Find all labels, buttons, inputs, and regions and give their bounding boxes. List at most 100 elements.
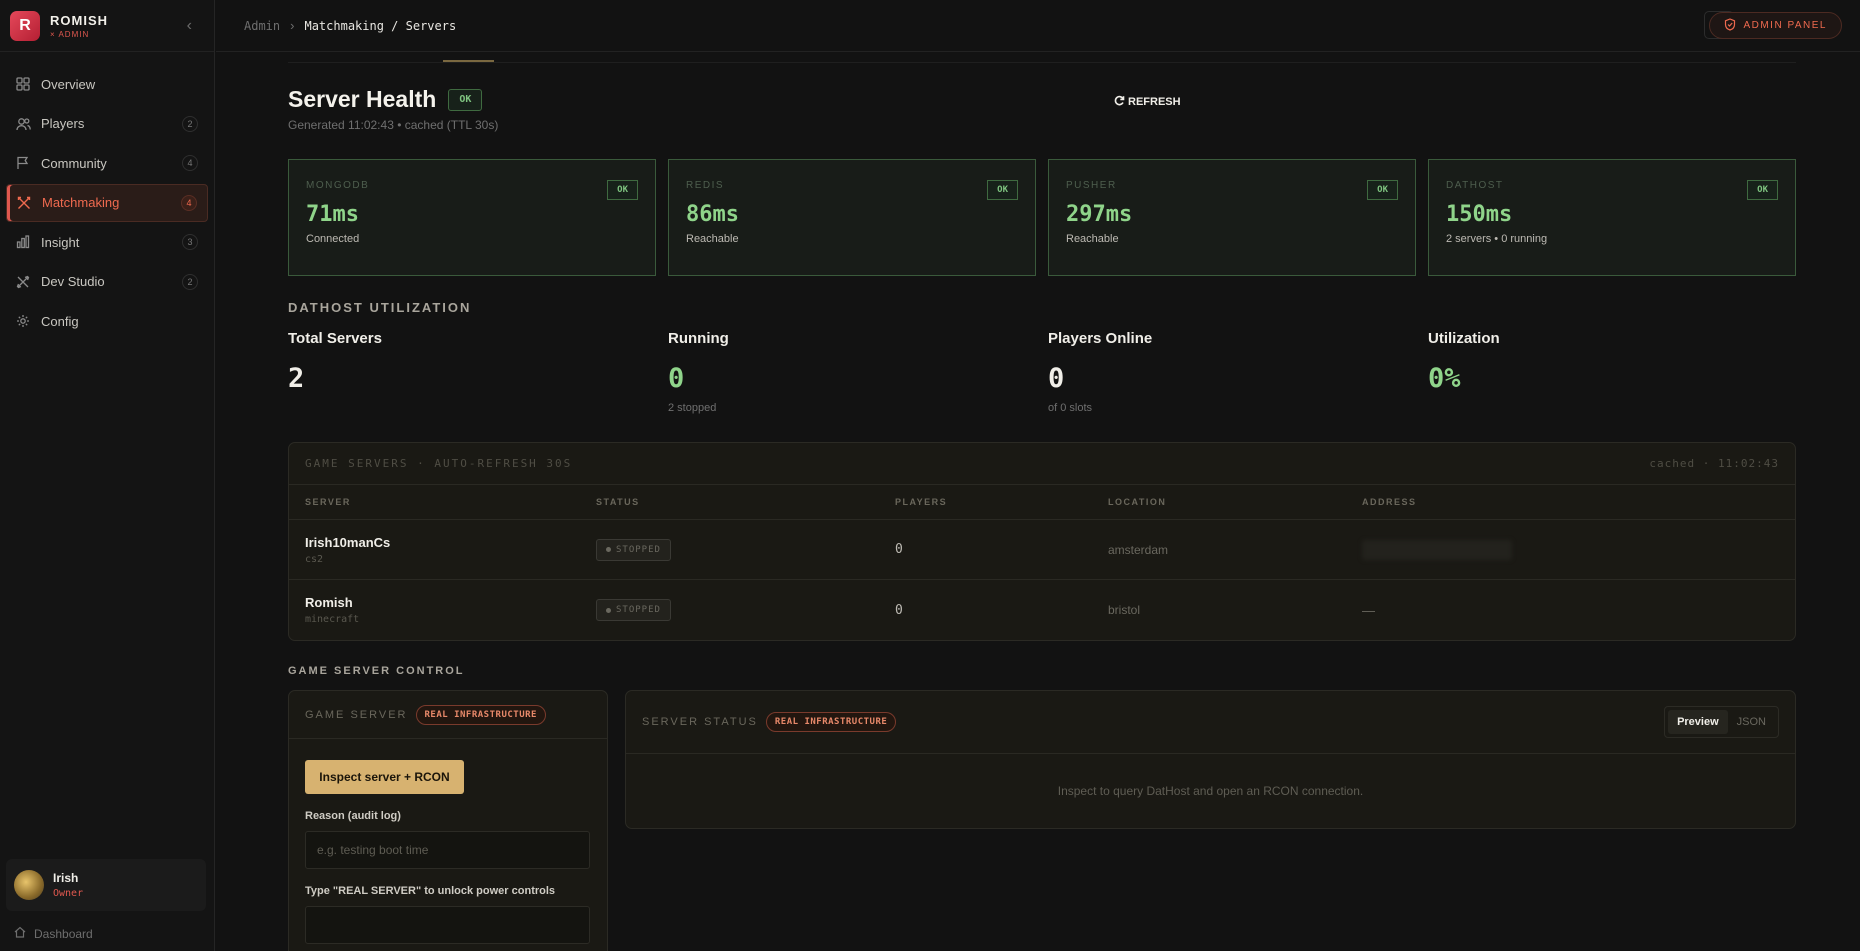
server-players: 0 <box>895 542 903 557</box>
server-name: Irish10manCs <box>305 534 391 550</box>
table-row[interactable]: Irish10manCs cs2 STOPPED 0 amsterdam <box>289 520 1795 580</box>
table-column-headers: SERVER STATUS PLAYERS LOCATION ADDRESS <box>289 485 1795 520</box>
gear-icon <box>15 313 31 329</box>
topbar: Admin › Matchmaking / Servers ADMIN PANE… <box>216 0 1860 52</box>
service-latency: 297ms <box>1066 202 1133 227</box>
service-status-badge: OK <box>987 180 1018 200</box>
breadcrumb-current: Matchmaking / Servers <box>304 18 457 33</box>
user-card[interactable]: Irish Owner <box>6 859 206 911</box>
sidebar-item-matchmaking[interactable]: Matchmaking 4 <box>6 183 208 222</box>
service-status-badge: OK <box>1747 180 1778 200</box>
server-location: bristol <box>1108 603 1141 617</box>
panel-title: SERVER STATUS <box>642 716 758 728</box>
reason-input[interactable]: e.g. testing boot time <box>305 831 590 869</box>
server-address-redacted <box>1362 539 1512 560</box>
bar-chart-icon <box>15 234 31 250</box>
stat-value: 0% <box>1428 363 1461 394</box>
user-name: Irish <box>53 871 79 885</box>
server-location: amsterdam <box>1108 542 1169 557</box>
sidebar-item-community[interactable]: Community 4 <box>6 144 208 182</box>
service-name: DATHOST <box>1446 180 1504 191</box>
brand-logo[interactable]: R <box>10 10 40 41</box>
inspect-server-button[interactable]: Inspect server + RCON <box>305 760 464 794</box>
stat-label: Players Online <box>1048 330 1153 347</box>
table-title: GAME SERVERS · AUTO-REFRESH 30S <box>305 457 573 470</box>
chevron-right-icon: › <box>290 18 295 33</box>
sidebar-item-count: 2 <box>182 273 198 290</box>
column-header-server[interactable]: SERVER <box>305 497 596 507</box>
stat-value: 2 <box>288 363 305 394</box>
sidebar-item-insight[interactable]: Insight 3 <box>6 223 208 261</box>
service-name: PUSHER <box>1066 180 1117 191</box>
server-game: cs2 <box>305 553 324 565</box>
column-header-location[interactable]: LOCATION <box>1108 497 1362 507</box>
tab-preview[interactable]: Preview <box>1668 710 1728 734</box>
service-name: MONGODB <box>306 180 370 191</box>
sidebar: R ROMISH × ADMIN ‹ Overview Players 2 Co… <box>0 0 215 951</box>
dashboard-link[interactable]: Dashboard <box>14 926 93 941</box>
cached-timestamp: cached · 11:02:43 <box>1649 457 1779 470</box>
confirm-input[interactable] <box>305 906 590 944</box>
service-card-dathost: DATHOST OK 150ms 2 servers • 0 running <box>1428 159 1796 276</box>
admin-panel-label: ADMIN PANEL <box>1743 20 1827 31</box>
collapse-sidebar-icon[interactable]: ‹ <box>187 17 192 35</box>
status-dot-icon <box>606 607 611 613</box>
admin-panel-button[interactable]: ADMIN PANEL <box>1709 12 1842 39</box>
real-infrastructure-badge: REAL INFRASTRUCTURE <box>765 712 897 732</box>
generated-timestamp: Generated 11:02:43 • cached (TTL 30s) <box>288 118 499 132</box>
stat-value: 0 <box>1048 363 1065 394</box>
reason-label: Reason (audit log) <box>305 810 401 822</box>
sidebar-item-config[interactable]: Config <box>6 302 208 340</box>
stat-running: Running 0 2 stopped <box>668 330 1048 414</box>
user-role: Owner <box>53 888 84 899</box>
home-icon <box>14 926 26 941</box>
utilization-stats: Total Servers 2 Running 0 2 stopped Play… <box>288 330 1808 414</box>
swords-icon <box>16 195 32 211</box>
brand: R ROMISH × ADMIN ‹ <box>0 0 214 52</box>
control-section-title: GAME SERVER CONTROL <box>288 665 465 677</box>
refresh-label: REFRESH <box>1128 96 1181 108</box>
service-detail: Connected <box>306 233 360 245</box>
real-infrastructure-badge: REAL INFRASTRUCTURE <box>415 704 546 725</box>
sidebar-item-players[interactable]: Players 2 <box>6 105 208 143</box>
sidebar-item-label: Dev Studio <box>41 274 105 289</box>
refresh-icon <box>1114 95 1125 109</box>
service-status-badge: OK <box>607 180 638 200</box>
users-icon <box>15 116 31 132</box>
server-status-panel: SERVER STATUS REAL INFRASTRUCTURE Previe… <box>625 690 1796 829</box>
sidebar-item-label: Insight <box>41 234 80 250</box>
stat-total-servers: Total Servers 2 <box>288 330 668 414</box>
utilization-section-title: DATHOST UTILIZATION <box>288 300 472 315</box>
table-header-bar: GAME SERVERS · AUTO-REFRESH 30S cached ·… <box>289 443 1795 485</box>
service-card-redis: REDIS OK 86ms Reachable <box>668 159 1036 276</box>
game-server-control-panel: GAME SERVER REAL INFRASTRUCTURE Inspect … <box>288 690 608 951</box>
sidebar-item-overview[interactable]: Overview <box>6 65 208 103</box>
column-header-status[interactable]: STATUS <box>596 497 895 507</box>
stat-sub: 2 stopped <box>668 402 717 414</box>
dashboard-link-label: Dashboard <box>34 926 93 941</box>
column-header-players[interactable]: PLAYERS <box>895 497 1108 507</box>
server-address: — <box>1362 602 1375 618</box>
sidebar-item-count: 4 <box>181 194 197 211</box>
status-badge: STOPPED <box>596 599 671 621</box>
tools-icon <box>15 274 31 290</box>
refresh-button[interactable]: REFRESH <box>1114 95 1181 109</box>
avatar <box>14 870 44 900</box>
table-row[interactable]: Romish minecraft STOPPED 0 bristol — <box>289 580 1795 640</box>
service-card-mongodb: MONGODB OK 71ms Connected <box>288 159 656 276</box>
page-header: Server Health OK <box>288 86 483 113</box>
stat-label: Running <box>668 330 729 347</box>
sidebar-item-label: Matchmaking <box>42 195 120 210</box>
tab-json[interactable]: JSON <box>1728 710 1775 734</box>
stat-label: Utilization <box>1428 330 1500 347</box>
tab-divider <box>288 62 1796 63</box>
sidebar-item-label: Config <box>41 313 79 329</box>
breadcrumb-root[interactable]: Admin <box>244 19 280 33</box>
empty-state-text: Inspect to query DatHost and open an RCO… <box>1057 784 1364 798</box>
sidebar-item-dev-studio[interactable]: Dev Studio 2 <box>6 263 208 301</box>
column-header-address[interactable]: ADDRESS <box>1362 497 1779 507</box>
server-players: 0 <box>895 602 903 618</box>
server-game: minecraft <box>305 614 360 625</box>
sidebar-nav: Overview Players 2 Community 4 Matchmaki… <box>0 52 214 340</box>
sidebar-item-label: Overview <box>41 76 96 92</box>
